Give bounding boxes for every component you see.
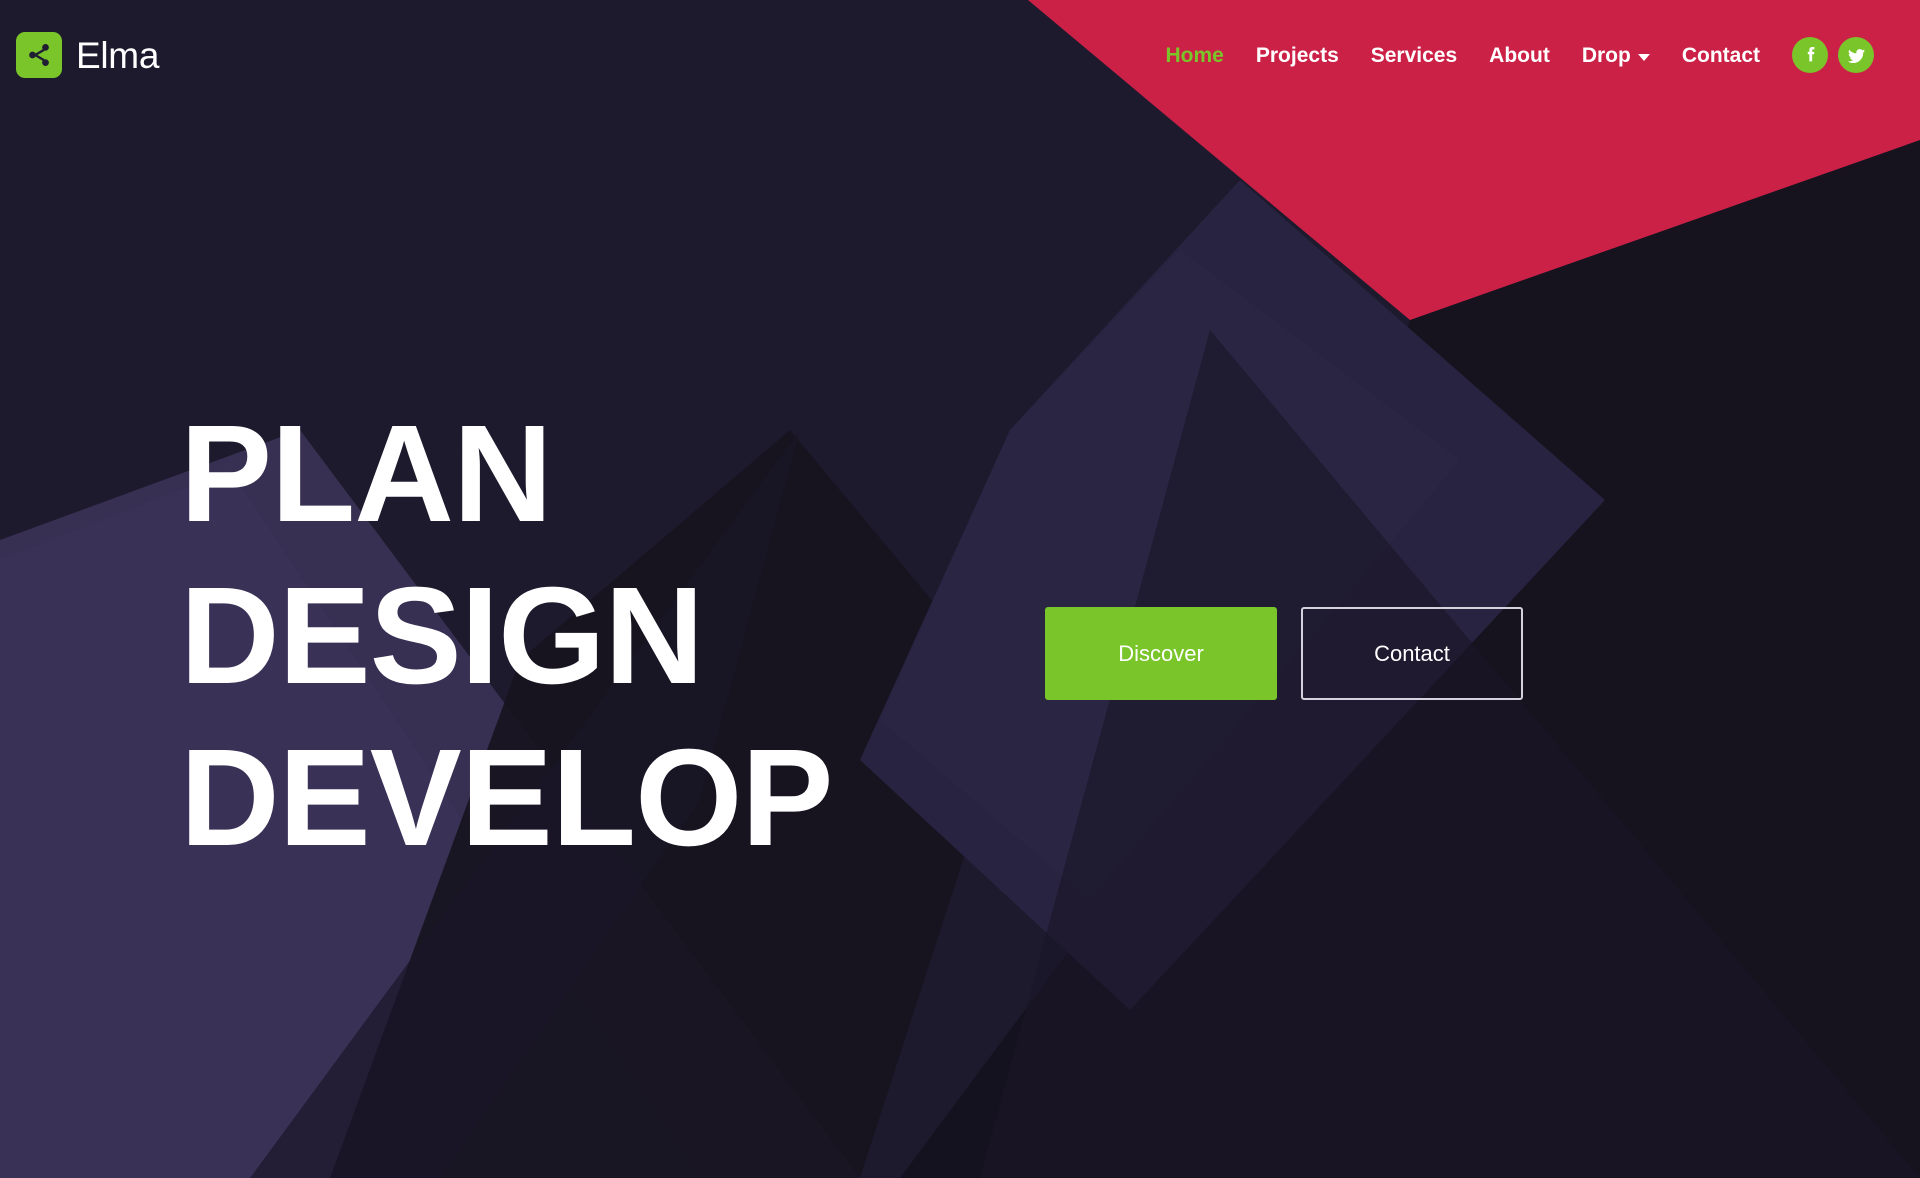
- nav-item-contact[interactable]: Contact: [1666, 45, 1776, 66]
- main-nav: Home Projects Services About Drop Contac…: [1150, 37, 1874, 73]
- brand-name: Elma: [76, 34, 160, 76]
- social-link-facebook[interactable]: [1792, 37, 1828, 73]
- nav-item-services[interactable]: Services: [1355, 45, 1473, 66]
- twitter-icon: [1847, 48, 1865, 63]
- page-root: Elma Home Projects Services About Drop C…: [0, 0, 1920, 1178]
- brand-logo[interactable]: Elma: [16, 25, 159, 85]
- facebook-icon: [1807, 47, 1815, 62]
- nav-item-projects[interactable]: Projects: [1240, 45, 1355, 66]
- hero-heading: PLAN DESIGN DEVELOP: [180, 397, 833, 875]
- nav-item-drop[interactable]: Drop: [1566, 45, 1666, 66]
- discover-button[interactable]: Discover: [1045, 607, 1277, 700]
- hero-section: PLAN DESIGN DEVELOP Discover Contact: [0, 0, 1920, 1178]
- share-icon: [16, 32, 62, 78]
- nav-item-home[interactable]: Home: [1150, 45, 1240, 66]
- contact-button[interactable]: Contact: [1301, 607, 1523, 700]
- hero-heading-line-1: PLAN: [180, 397, 553, 551]
- nav-item-projects-label: Projects: [1255, 43, 1339, 67]
- hero-actions: Discover Contact: [1045, 607, 1523, 700]
- social-links: [1792, 37, 1874, 73]
- social-link-twitter[interactable]: [1838, 37, 1874, 73]
- nav-item-contact-label: Contact: [1681, 43, 1760, 67]
- nav-item-about[interactable]: About: [1473, 45, 1566, 66]
- site-header: Elma Home Projects Services About Drop C…: [0, 0, 1920, 110]
- nav-item-drop-label: Drop: [1581, 43, 1631, 67]
- hero-heading-line-2: DESIGN: [180, 559, 704, 713]
- chevron-down-icon: [1637, 53, 1650, 61]
- nav-item-home-label: Home: [1165, 43, 1224, 67]
- nav-item-about-label: About: [1489, 43, 1550, 67]
- hero-heading-line-3: DEVELOP: [180, 721, 833, 875]
- nav-item-services-label: Services: [1370, 43, 1458, 67]
